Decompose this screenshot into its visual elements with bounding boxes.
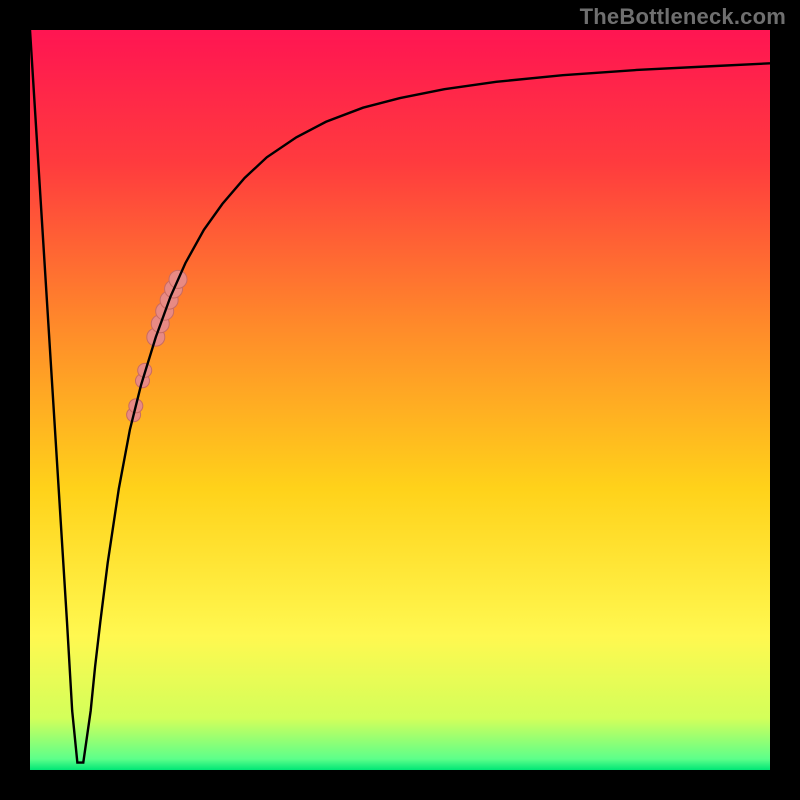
- gradient-background: [30, 30, 770, 770]
- bottleneck-chart: [0, 0, 800, 800]
- chart-frame: TheBottleneck.com: [0, 0, 800, 800]
